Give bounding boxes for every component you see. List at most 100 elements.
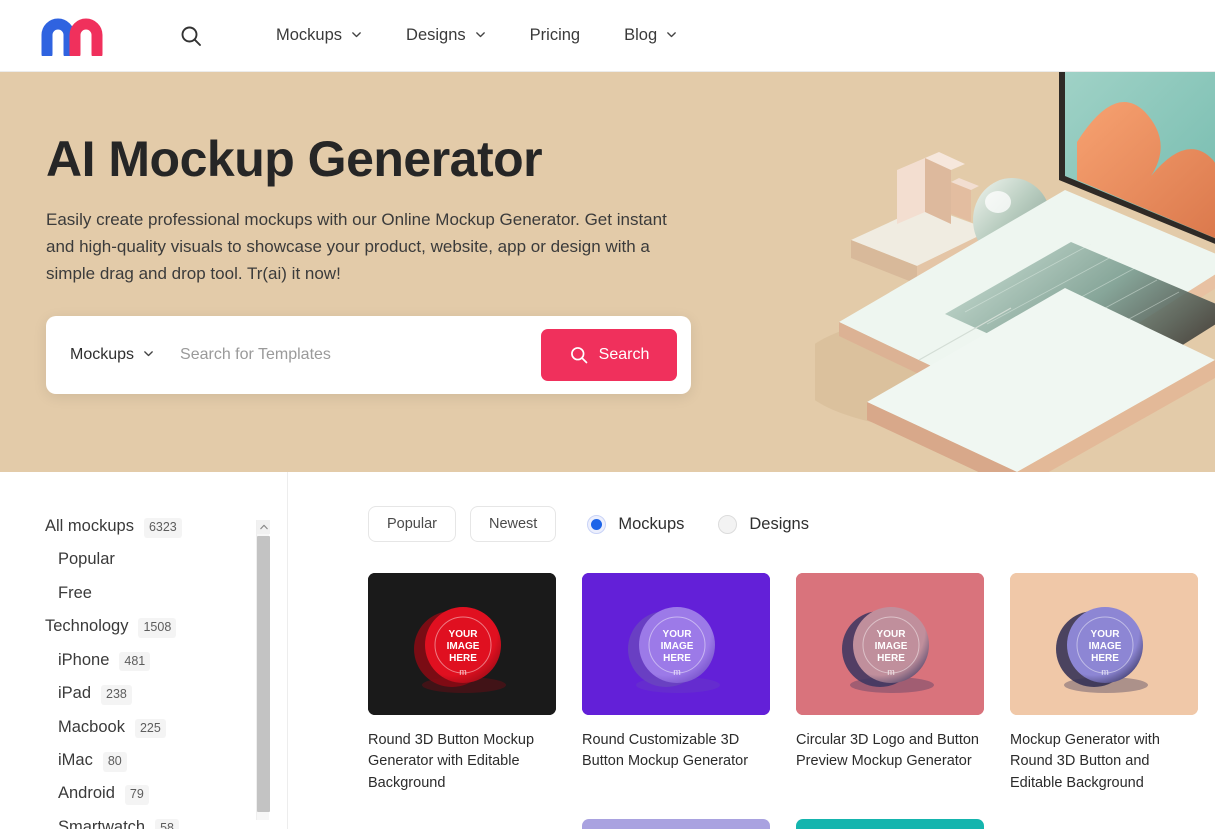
sidebar-item-count: 58 <box>155 818 180 829</box>
body-area: All mockups 6323 Popular Free Technology 1508… <box>0 472 1215 829</box>
search-input[interactable] <box>174 345 541 364</box>
isometric-laptop-illustration <box>815 72 1215 472</box>
hero-search-bar: Mockups Search <box>46 315 691 394</box>
sidebar-item-label: Smartwatch <box>58 817 146 829</box>
nav-item-label: Mockups <box>276 26 343 44</box>
sort-pill-newest[interactable]: Newest <box>469 506 557 542</box>
nav-item-pricing[interactable]: Pricing <box>508 18 602 53</box>
svg-text:m: m <box>1101 667 1109 677</box>
results-content: Popular Newest Mockups Designs YOUR IMAGE… <box>288 472 1215 829</box>
radio-indicator-mockups[interactable] <box>587 514 607 534</box>
mockup-card-thumbnail[interactable] <box>1010 818 1198 829</box>
main-nav: Mockups Designs Pricing Blog <box>254 18 699 53</box>
scroll-up-button[interactable] <box>257 520 270 534</box>
nav-item-designs[interactable]: Designs <box>384 18 508 53</box>
mockup-card[interactable] <box>796 818 984 829</box>
sidebar-item-label: iPad <box>58 684 92 703</box>
mockup-card-title: Mockup Generator with Round 3D Button an… <box>1010 732 1160 791</box>
sidebar-item-iphone[interactable]: iPhone 481 <box>58 644 251 677</box>
chevron-down-icon <box>475 29 486 40</box>
search-icon <box>570 346 587 363</box>
sidebar-item-technology[interactable]: Technology 1508 <box>45 610 251 643</box>
search-submit-button[interactable]: Search <box>541 328 677 381</box>
svg-text:IMAGE: IMAGE <box>875 641 908 652</box>
sidebar-item-label: Popular <box>58 550 115 569</box>
hero-section: AI Mockup Generator Easily create profes… <box>0 72 1215 472</box>
svg-text:m: m <box>459 667 467 677</box>
radio-label: Mockups <box>618 514 685 533</box>
svg-text:IMAGE: IMAGE <box>661 641 694 652</box>
nav-item-label: Designs <box>406 26 466 44</box>
mockup-card[interactable]: YOUR IMAGE HERE m Circular 3D Logo and Butto… <box>796 573 984 794</box>
sidebar-item-smartwatch[interactable]: Smartwatch 58 <box>58 811 251 829</box>
sidebar-item-android[interactable]: Android 79 <box>58 777 251 810</box>
mockup-card[interactable]: YOUR IMAGE HERE m Round 3D Button Mockup Gen… <box>368 573 556 794</box>
hero-subtitle: Easily create professional mockups with … <box>46 210 667 284</box>
svg-text:IMAGE: IMAGE <box>447 641 480 652</box>
mockup-card-thumbnail[interactable]: YOUR IMAGE HERE m <box>582 573 770 715</box>
mockup-card-thumbnail[interactable]: YOUR IMAGE HERE m <box>796 573 984 715</box>
radio-indicator-designs[interactable] <box>718 514 738 534</box>
header-search-button[interactable] <box>170 15 212 57</box>
site-header: Mockups Designs Pricing Blog <box>0 0 1215 72</box>
sidebar-item-macbook[interactable]: Macbook 225 <box>58 711 251 744</box>
mockup-card-thumbnail[interactable]: YOUR IMAGE HERE m <box>368 573 556 715</box>
mockup-card-thumbnail[interactable] <box>368 818 556 829</box>
mockup-card[interactable] <box>1010 818 1198 829</box>
svg-text:m: m <box>673 667 681 677</box>
type-radio-group: Mockups Designs <box>587 514 809 534</box>
sidebar-item-label: iMac <box>58 750 93 769</box>
mockup-card-thumbnail[interactable] <box>796 818 984 829</box>
sidebar-scrollbar[interactable] <box>256 520 270 820</box>
sidebar-item-label: Android <box>58 784 115 803</box>
svg-text:HERE: HERE <box>663 653 691 664</box>
sidebar-item-count: 1508 <box>138 618 177 639</box>
sidebar-item-label: Free <box>58 583 92 602</box>
svg-text:YOUR: YOUR <box>877 629 907 640</box>
mockup-card[interactable]: YOUR IMAGE HERE m Mockup Generator with Roun… <box>1010 573 1198 794</box>
mockup-card[interactable] <box>368 818 556 829</box>
svg-text:YOUR: YOUR <box>663 629 693 640</box>
mockup-card-grid: YOUR IMAGE HERE m Round 3D Button Mockup Gen… <box>368 573 1201 794</box>
hero-content: AI Mockup Generator Easily create profes… <box>0 72 700 394</box>
chevron-up-icon <box>259 524 268 530</box>
radio-label: Designs <box>749 514 809 533</box>
nav-item-label: Blog <box>624 26 658 44</box>
category-list: All mockups 6323 Popular Free Technology 1508… <box>0 510 287 829</box>
sort-pill-popular[interactable]: Popular <box>368 506 456 542</box>
svg-text:m: m <box>887 667 895 677</box>
mockup-card-title: Round 3D Button Mockup Generator with Ed… <box>368 732 535 791</box>
nav-item-blog[interactable]: Blog <box>602 18 699 53</box>
mockup-logo <box>41 18 103 56</box>
svg-text:HERE: HERE <box>1091 653 1119 664</box>
mockup-card[interactable]: YOUR IMAGE HERE m Round Customizable 3D Butt… <box>582 573 770 794</box>
sidebar-item-count: 80 <box>102 751 127 772</box>
sidebar-item-count: 6323 <box>143 518 182 538</box>
sidebar-item-ipad[interactable]: iPad 238 <box>58 677 251 710</box>
radio-option-mockups[interactable]: Mockups <box>587 514 685 534</box>
sidebar-item-imac[interactable]: iMac 80 <box>58 744 251 777</box>
chevron-down-icon <box>143 348 154 359</box>
logo-container[interactable] <box>0 16 150 56</box>
svg-text:IMAGE: IMAGE <box>1089 641 1122 652</box>
round-3d-button-preview: YOURIMAGEHERE m <box>1010 573 1198 715</box>
sidebar-item-all-mockups[interactable]: All mockups 6323 <box>45 510 251 543</box>
mockup-card-grid-next-row <box>368 818 1201 829</box>
search-category-select[interactable]: Mockups <box>46 346 174 364</box>
sidebar-item-free[interactable]: Free <box>58 577 251 610</box>
scrollbar-thumb[interactable] <box>257 536 270 812</box>
sidebar-item-count: 79 <box>124 785 149 806</box>
sidebar-item-count: 481 <box>119 651 151 672</box>
nav-item-mockups[interactable]: Mockups <box>254 18 384 53</box>
search-submit-label: Search <box>598 345 650 363</box>
mockup-card-thumbnail[interactable]: YOUR IMAGE HERE m <box>1010 573 1198 715</box>
radio-option-designs[interactable]: Designs <box>718 514 809 534</box>
sidebar-item-popular[interactable]: Popular <box>58 543 251 576</box>
sidebar-item-label: Macbook <box>58 717 125 736</box>
chevron-down-icon <box>666 29 677 40</box>
mockup-card[interactable] <box>582 818 770 829</box>
hero-artwork <box>815 72 1215 472</box>
svg-text:HERE: HERE <box>449 653 477 664</box>
sidebar-item-label: Technology <box>45 617 129 636</box>
mockup-card-thumbnail[interactable] <box>582 818 770 829</box>
